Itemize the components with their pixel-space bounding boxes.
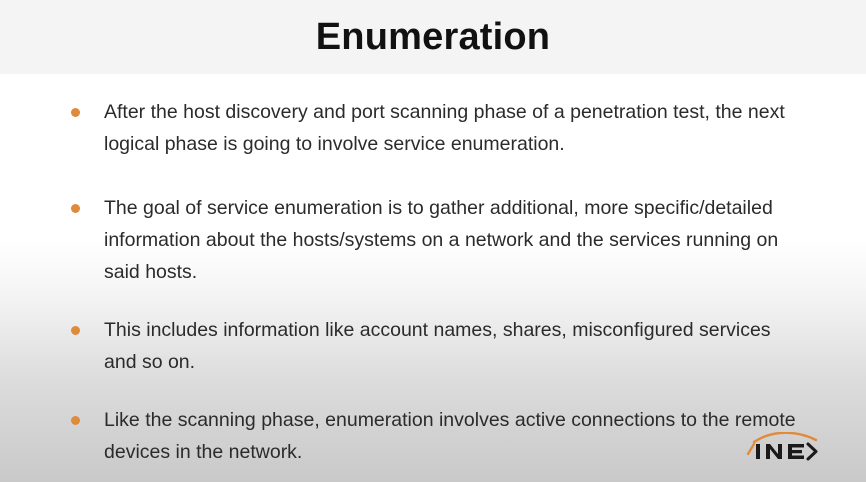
bullet-dot-icon (71, 326, 80, 335)
bullet-text: The goal of service enumeration is to ga… (104, 197, 779, 283)
bullet-dot-icon (71, 416, 80, 425)
bullet-text: This includes information like account n… (104, 319, 771, 373)
bullet-text: Like the scanning phase, enumeration inv… (104, 409, 796, 463)
bullet-dot-icon (71, 108, 80, 117)
bullet-dot-icon (71, 204, 80, 213)
slide-title: Enumeration (315, 15, 551, 58)
ine-logo-icon (746, 432, 818, 461)
title-bar: Enumeration (0, 0, 866, 74)
bullet-text: After the host discovery and port scanni… (104, 101, 785, 155)
slide: Enumeration After the host discovery and… (0, 0, 866, 482)
